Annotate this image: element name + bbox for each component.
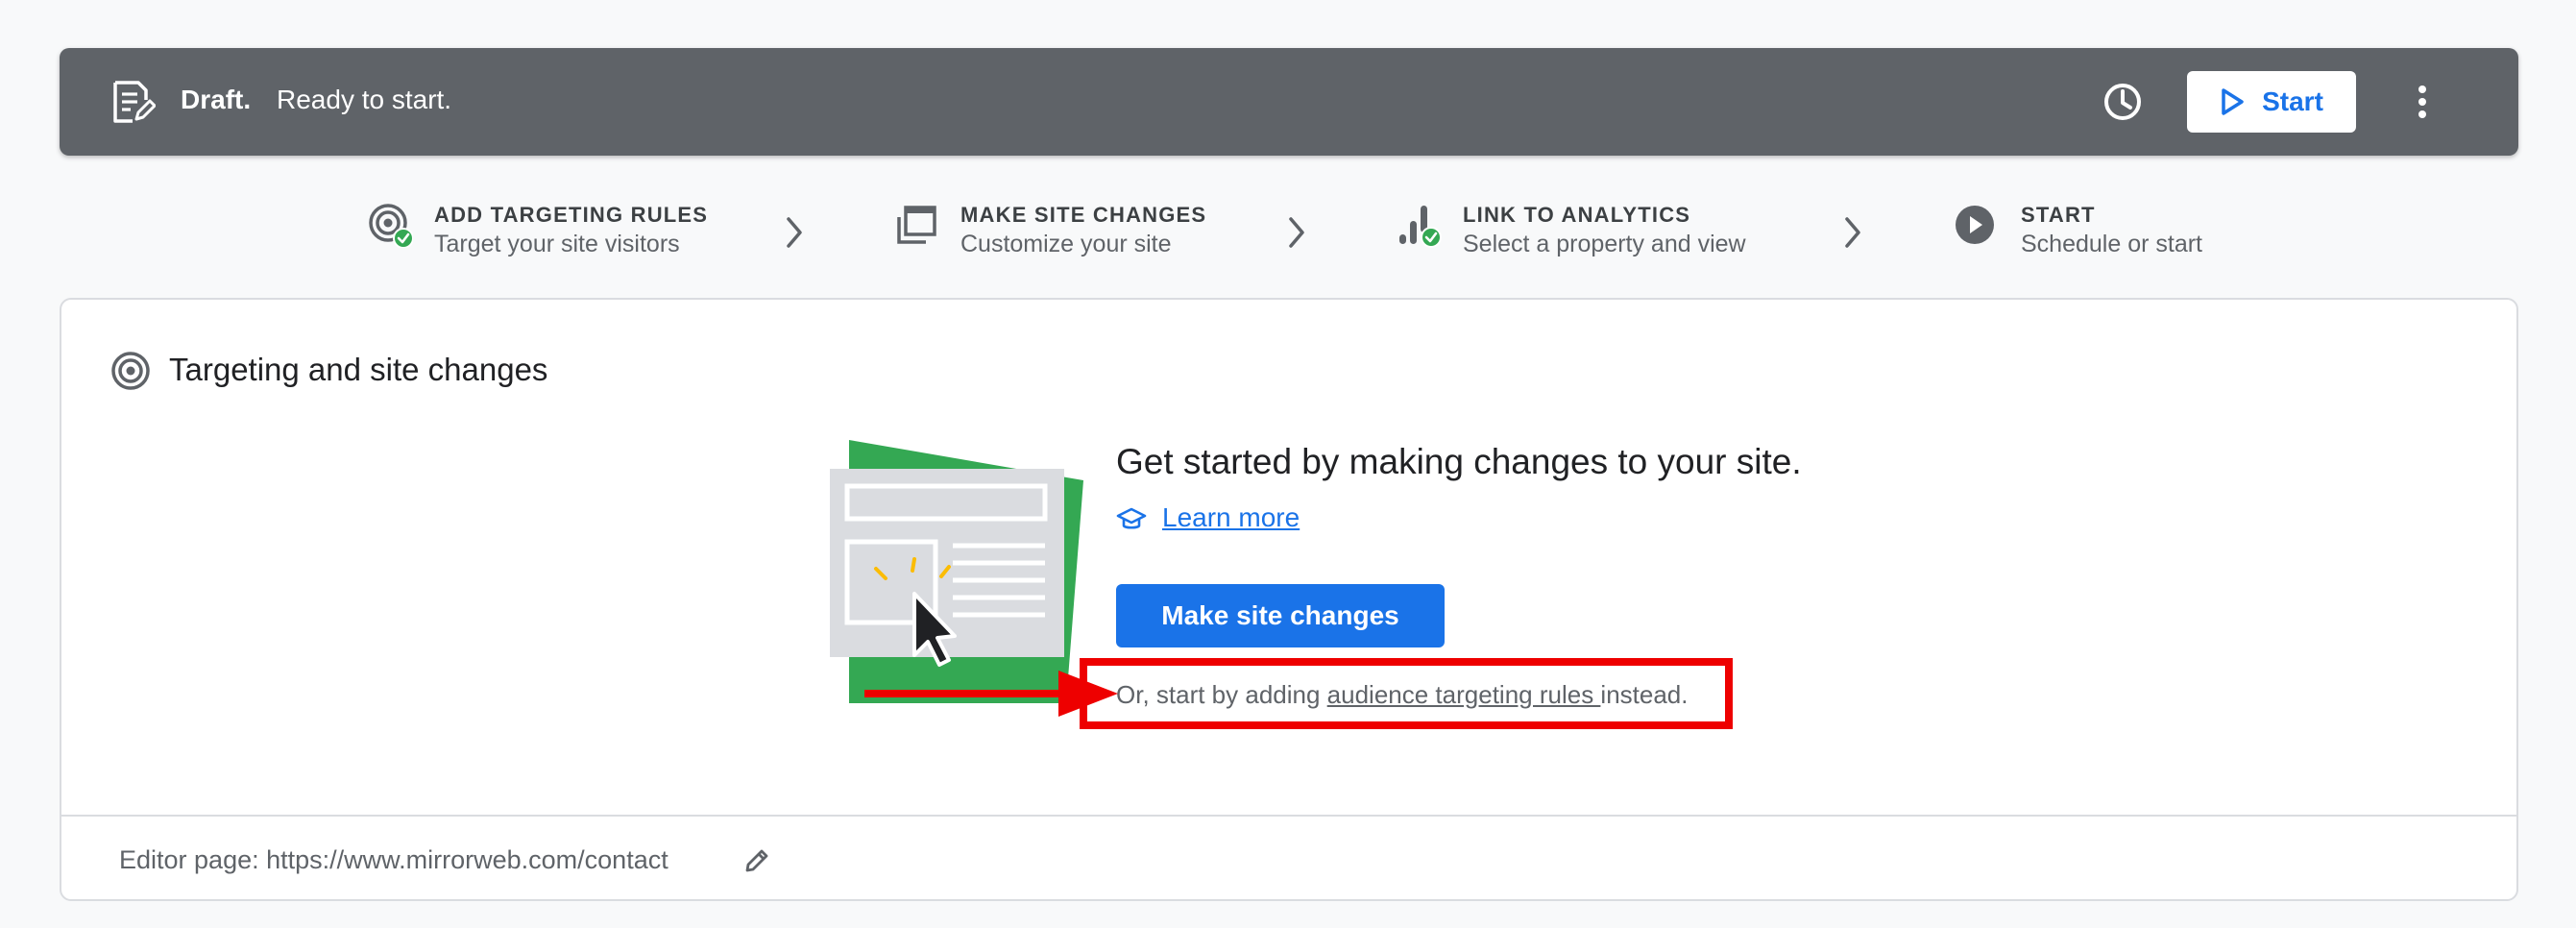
draft-document-icon <box>113 81 156 123</box>
step-subtitle: Customize your site <box>960 231 1172 257</box>
chevron-right-icon <box>1289 217 1304 248</box>
targeting-card: Targeting and site changes Get started b… <box>60 298 2518 901</box>
school-icon <box>1116 507 1147 529</box>
annotation-arrow-icon <box>864 671 1118 717</box>
more-vert-icon[interactable] <box>2399 79 2445 125</box>
pencil-icon[interactable] <box>741 845 772 876</box>
step-title: ADD TARGETING RULES <box>434 203 709 227</box>
step-title: START <box>2021 203 2096 227</box>
chevron-right-icon <box>787 217 802 248</box>
play-circle-icon <box>1956 206 1994 244</box>
learn-more-link[interactable]: Learn more <box>1162 502 1300 533</box>
target-icon <box>111 352 150 390</box>
step-title: LINK TO ANALYTICS <box>1463 203 1691 227</box>
play-icon <box>2222 88 2244 115</box>
draft-status-label: Draft. <box>181 85 252 114</box>
card-title: Targeting and site changes <box>169 352 548 387</box>
analytics-check-icon <box>1399 206 1442 248</box>
make-site-changes-button[interactable]: Make site changes <box>1116 584 1445 647</box>
step-subtitle: Target your site visitors <box>434 231 680 257</box>
annotation-highlight-box <box>1080 658 1733 729</box>
target-check-icon <box>369 204 413 248</box>
card-footer: Editor page: https://www.mirrorweb.com/c… <box>61 815 2516 901</box>
step-subtitle: Schedule or start <box>2021 231 2202 257</box>
history-icon[interactable] <box>2100 79 2146 125</box>
step-subtitle: Select a property and view <box>1463 231 1746 257</box>
draft-status-message: Ready to start. <box>277 85 452 114</box>
start-button[interactable]: Start <box>2187 71 2356 133</box>
editor-page-url: Editor page: https://www.mirrorweb.com/c… <box>119 845 668 874</box>
status-bar: Draft. Ready to start. Start <box>60 48 2518 156</box>
layers-icon <box>897 206 936 244</box>
start-button-label: Start <box>2262 86 2323 116</box>
chevron-right-icon <box>1845 217 1860 248</box>
headline: Get started by making changes to your si… <box>1116 442 1802 481</box>
step-title: MAKE SITE CHANGES <box>960 203 1207 227</box>
